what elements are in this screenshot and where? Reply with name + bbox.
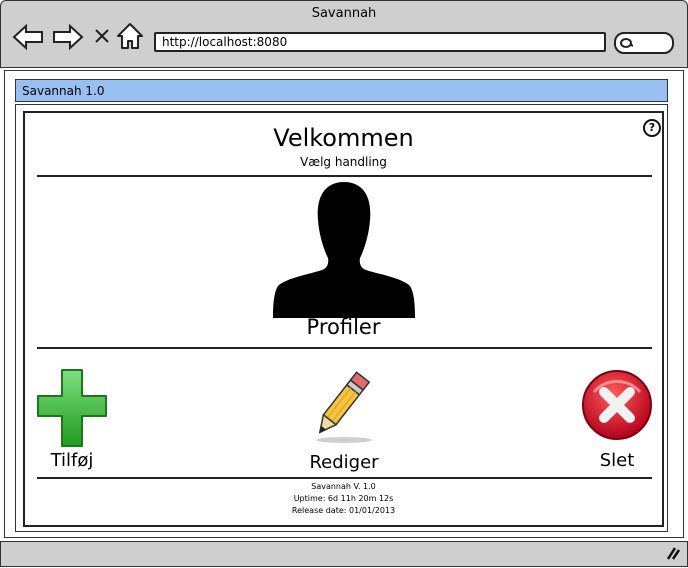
delete-label[interactable]: Slet bbox=[585, 450, 649, 471]
add-plus-icon[interactable] bbox=[36, 368, 108, 448]
back-arrow-icon[interactable] bbox=[12, 24, 44, 50]
edit-pencil-icon[interactable] bbox=[308, 366, 376, 446]
search-icon bbox=[620, 38, 633, 48]
footer-info: Savannah V. 1.0 Uptime: 6d 11h 20m 12s R… bbox=[23, 481, 664, 517]
edit-label[interactable]: Rediger bbox=[300, 452, 388, 473]
forward-arrow-icon[interactable] bbox=[52, 24, 84, 50]
footer-uptime: Uptime: 6d 11h 20m 12s bbox=[293, 494, 394, 503]
home-icon[interactable] bbox=[116, 22, 144, 50]
page-subtitle: Vælg handling bbox=[300, 155, 387, 169]
resize-grip-icon[interactable] bbox=[664, 546, 680, 560]
window-title: Savannah bbox=[311, 6, 377, 21]
delete-icon[interactable] bbox=[580, 368, 654, 442]
divider bbox=[37, 347, 652, 349]
close-icon[interactable] bbox=[94, 28, 110, 44]
help-icon[interactable]: ? bbox=[643, 119, 661, 137]
footer-version: Savannah V. 1.0 bbox=[311, 482, 376, 491]
page-title: Velkommen bbox=[273, 124, 414, 152]
profile-label[interactable]: Profiler bbox=[23, 315, 664, 339]
footer-release: Release date: 01/01/2013 bbox=[291, 506, 396, 515]
divider bbox=[37, 175, 652, 177]
divider bbox=[37, 477, 652, 479]
status-bar bbox=[0, 541, 688, 567]
add-label[interactable]: Tilføj bbox=[36, 450, 108, 471]
app-title-bar: Savannah 1.0 bbox=[15, 79, 668, 102]
search-field[interactable] bbox=[614, 32, 674, 54]
profile-silhouette-icon[interactable] bbox=[272, 180, 416, 318]
address-bar[interactable]: http://localhost:8080 bbox=[154, 32, 606, 52]
